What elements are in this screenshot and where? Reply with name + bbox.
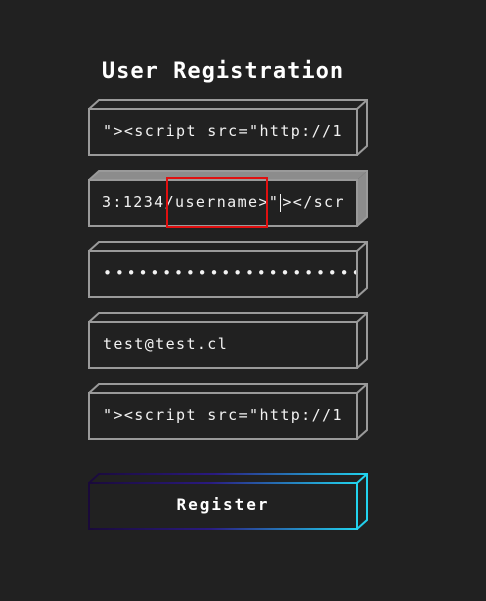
url-input-3[interactable]: "><script src="http://1 xyxy=(88,383,368,440)
password-mask: •••••••••••••••••••••• xyxy=(103,264,356,282)
register-button[interactable]: Register xyxy=(88,473,368,530)
email-input[interactable]: test@test.cl xyxy=(88,312,368,369)
input-value: "><script src="http://1 xyxy=(103,122,343,140)
text-after-caret: ></scr xyxy=(282,193,345,211)
password-input[interactable]: •••••••••••••••••••••• xyxy=(88,241,368,298)
register-label: Register xyxy=(176,495,270,514)
highlight-box xyxy=(166,177,268,228)
url-input-1[interactable]: "><script src="http://1 xyxy=(88,99,368,156)
page-title: User Registration xyxy=(101,59,345,84)
input-value: test@test.cl xyxy=(103,335,229,353)
input-value: "><script src="http://1 xyxy=(103,406,343,424)
